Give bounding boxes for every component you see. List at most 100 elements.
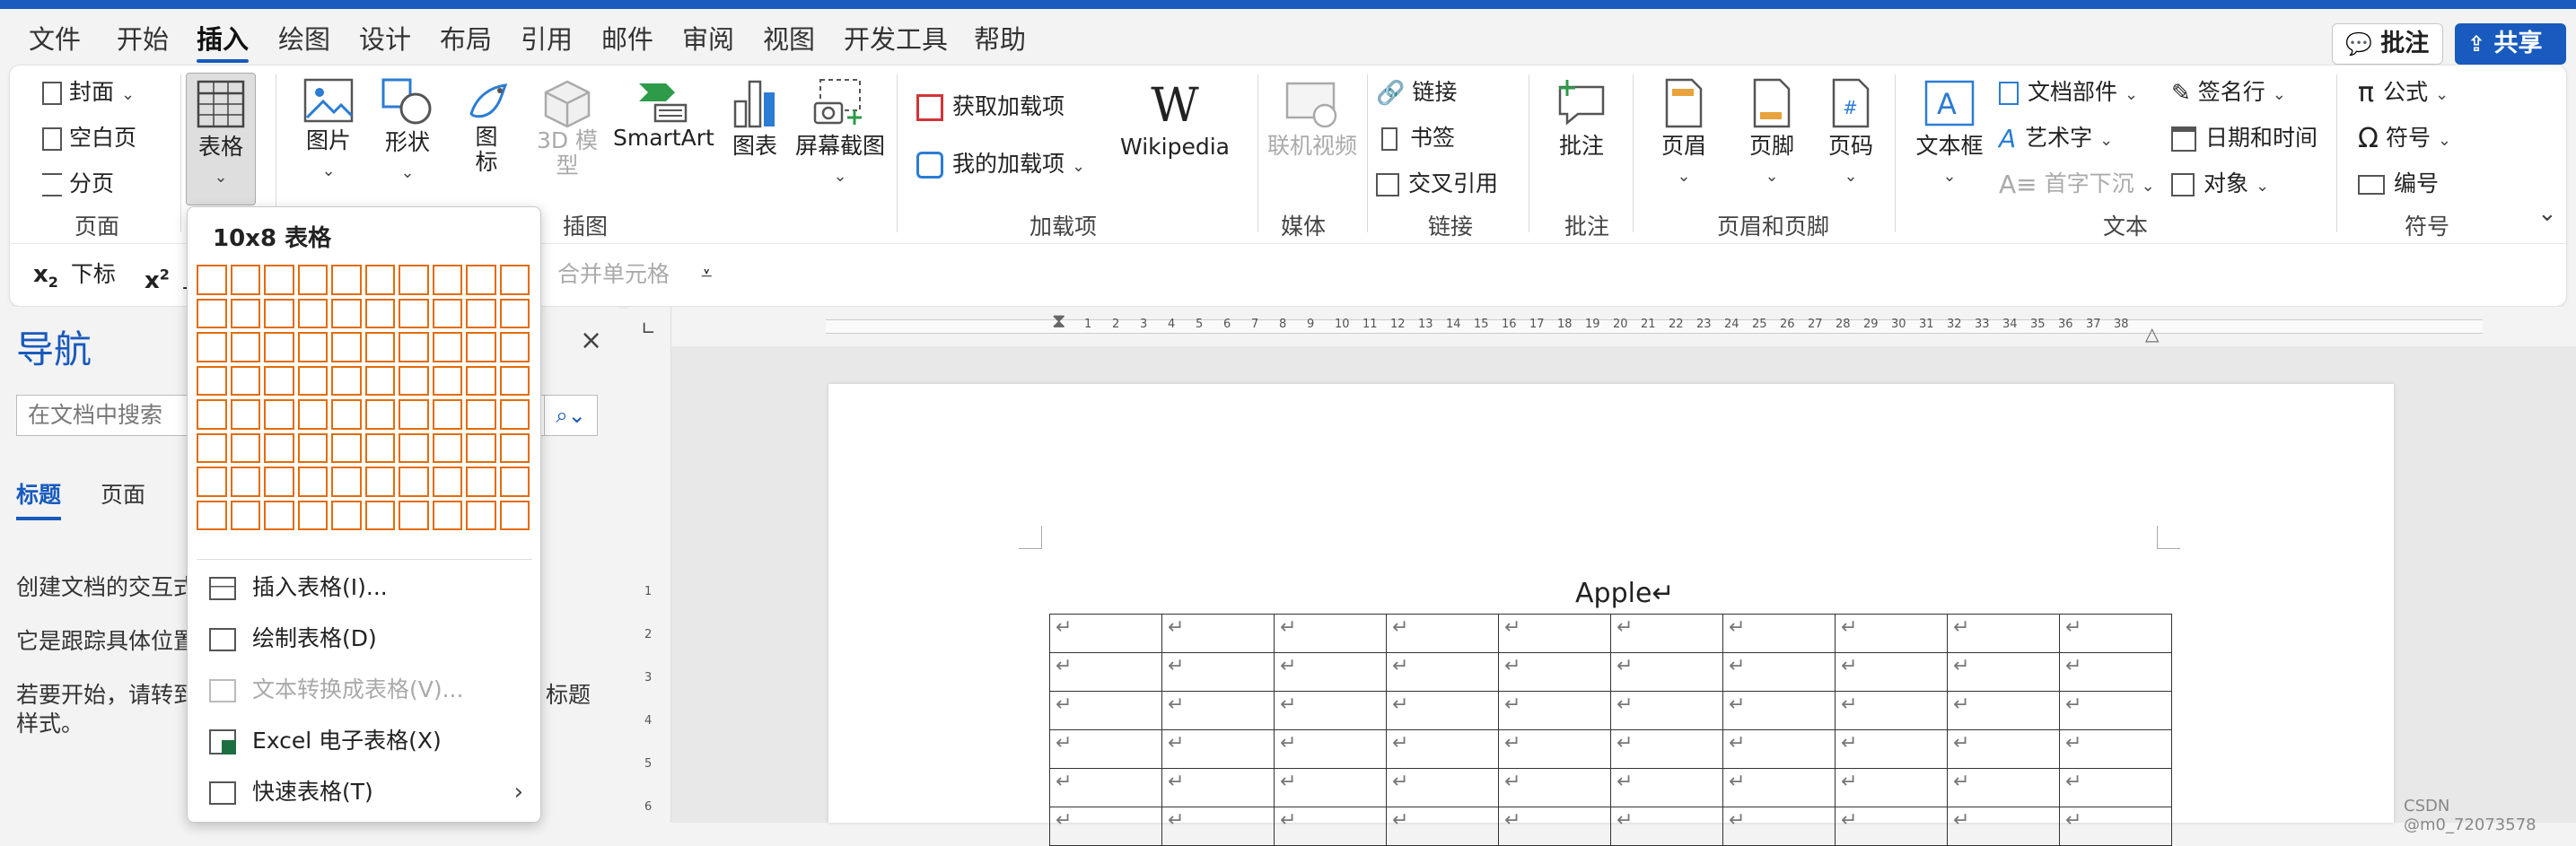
grid-cell[interactable]	[197, 332, 227, 362]
tab-mailings[interactable]: 邮件	[601, 22, 653, 57]
tab-headings[interactable]: 标题	[16, 477, 62, 520]
grid-cell[interactable]	[364, 332, 395, 362]
header-button[interactable]: 页眉 ⌄	[1652, 78, 1715, 187]
table-cell[interactable]: ↵	[1835, 652, 1948, 692]
table-cell[interactable]: ↵	[1386, 729, 1499, 769]
equation-button[interactable]: π 公式 ⌄	[2358, 74, 2449, 110]
tab-home[interactable]: 开始	[117, 22, 169, 57]
document-title-text[interactable]: Apple↵	[1575, 578, 1675, 609]
table-cell[interactable]: ↵	[1274, 807, 1387, 846]
blank-page-button[interactable]: 空白页	[42, 120, 136, 156]
table-cell[interactable]: ↵	[1610, 807, 1723, 846]
smartart-button[interactable]: SmartArt	[613, 78, 714, 151]
table-cell[interactable]: ↵	[1835, 614, 1948, 653]
grid-cell[interactable]	[466, 265, 496, 295]
excel-spreadsheet-menu-item[interactable]: Excel 电子表格(X)	[209, 721, 442, 761]
subscript-button[interactable]: x2 下标	[33, 257, 116, 292]
quick-parts-button[interactable]: 文档部件 ⌄	[1999, 74, 2138, 110]
grid-cell[interactable]	[230, 432, 260, 463]
table-cell[interactable]: ↵	[2059, 691, 2172, 730]
tab-design[interactable]: 设计	[359, 22, 411, 57]
grid-cell[interactable]	[432, 467, 462, 497]
grid-cell[interactable]	[197, 432, 227, 463]
table-cell[interactable]: ↵	[1161, 652, 1275, 692]
grid-cell[interactable]	[197, 467, 227, 497]
footer-button[interactable]: 页脚 ⌄	[1740, 78, 1803, 187]
grid-cell[interactable]	[230, 265, 260, 295]
grid-cell[interactable]	[364, 365, 395, 396]
table-cell[interactable]: ↵	[1498, 614, 1611, 653]
table-cell[interactable]: ↵	[1610, 614, 1723, 653]
tab-review[interactable]: 审阅	[682, 22, 734, 57]
tab-references[interactable]: 引用	[521, 22, 573, 57]
table-cell[interactable]: ↵	[1498, 652, 1611, 692]
grid-cell[interactable]	[331, 332, 362, 362]
new-comment-button[interactable]: 批注	[1550, 78, 1613, 161]
object-button[interactable]: 对象 ⌄	[2171, 166, 2269, 202]
grid-cell[interactable]	[331, 265, 362, 295]
draw-table-menu-item[interactable]: 绘制表格(D)	[209, 619, 377, 658]
table-cell[interactable]: ↵	[1722, 652, 1836, 692]
table-button[interactable]: 表格 ⌄	[186, 73, 256, 205]
grid-cell[interactable]	[432, 500, 462, 530]
grid-cell[interactable]	[499, 332, 530, 362]
grid-cell[interactable]	[466, 332, 496, 362]
table-cell[interactable]: ↵	[1498, 807, 1611, 846]
table-cell[interactable]: ↵	[1947, 614, 2060, 653]
grid-cell[interactable]	[364, 432, 395, 463]
grid-cell[interactable]	[297, 265, 328, 295]
grid-cell[interactable]	[499, 265, 530, 295]
online-video-button[interactable]: 联机视频	[1263, 78, 1362, 161]
table-cell[interactable]: ↵	[1049, 729, 1162, 769]
table-cell[interactable]: ↵	[1722, 807, 1836, 846]
cover-page-button[interactable]: 封面 ⌄	[42, 74, 135, 110]
table-cell[interactable]: ↵	[1161, 807, 1275, 846]
convert-text-to-table-menu-item[interactable]: 文本转换成表格(V)...	[209, 670, 463, 710]
table-cell[interactable]: ↵	[1722, 614, 1836, 653]
grid-cell[interactable]	[264, 399, 294, 430]
grid-cell[interactable]	[466, 298, 496, 328]
table-cell[interactable]: ↵	[1947, 691, 2060, 730]
grid-cell[interactable]	[432, 399, 462, 430]
icons-button[interactable]: 图标	[464, 78, 509, 175]
grid-cell[interactable]	[364, 467, 395, 497]
grid-cell[interactable]	[230, 500, 260, 530]
table-cell[interactable]: ↵	[1274, 691, 1387, 730]
table-cell[interactable]: ↵	[1386, 691, 1499, 730]
grid-cell[interactable]	[264, 365, 294, 396]
grid-cell[interactable]	[399, 500, 429, 530]
grid-cell[interactable]	[264, 500, 294, 530]
grid-cell[interactable]	[466, 467, 496, 497]
table-cell[interactable]: ↵	[2059, 807, 2172, 846]
link-button[interactable]: 🔗 链接	[1376, 74, 1457, 110]
right-indent-marker-icon[interactable]: △	[2145, 323, 2159, 345]
table-cell[interactable]: ↵	[1835, 691, 1948, 730]
indent-marker-icon[interactable]: ⧗	[1052, 310, 1065, 333]
table-cell[interactable]: ↵	[1835, 729, 1948, 769]
grid-cell[interactable]	[499, 467, 530, 497]
table-cell[interactable]: ↵	[1947, 768, 2060, 807]
grid-cell[interactable]	[466, 365, 496, 396]
grid-cell[interactable]	[297, 298, 328, 328]
table-cell[interactable]: ↵	[2059, 768, 2172, 807]
grid-cell[interactable]	[197, 265, 227, 295]
grid-cell[interactable]	[499, 432, 530, 463]
grid-cell[interactable]	[297, 500, 328, 530]
grid-cell[interactable]	[230, 332, 260, 362]
grid-cell[interactable]	[466, 432, 496, 463]
grid-cell[interactable]	[297, 467, 328, 497]
grid-cell[interactable]	[432, 265, 462, 295]
grid-cell[interactable]	[466, 500, 496, 530]
table-cell[interactable]: ↵	[1386, 768, 1499, 807]
tab-file[interactable]: 文件	[29, 22, 81, 57]
table-cell[interactable]: ↵	[1161, 729, 1275, 769]
table-cell[interactable]: ↵	[1049, 768, 1162, 807]
merge-cells-button[interactable]: 合并单元格	[557, 257, 670, 292]
tab-help[interactable]: 帮助	[974, 22, 1026, 57]
grid-cell[interactable]	[264, 467, 294, 497]
tab-pages[interactable]: 页面	[101, 477, 145, 510]
grid-cell[interactable]	[230, 467, 260, 497]
document-table[interactable]: ↵ ↵ ↵ ↵ ↵ ↵ ↵ ↵ ↵ ↵ ↵ ↵ ↵ ↵ ↵ ↵ ↵ ↵ ↵ ↵ ↵ ↵ ↵ ↵ ↵ ↵ ↵ ↵ ↵ ↵ ↵ ↵ ↵ ↵ ↵ ↵ ↵ ↵ ↵ ↵…	[1049, 614, 2172, 846]
grid-cell[interactable]	[331, 432, 362, 463]
grid-cell[interactable]	[264, 332, 294, 362]
